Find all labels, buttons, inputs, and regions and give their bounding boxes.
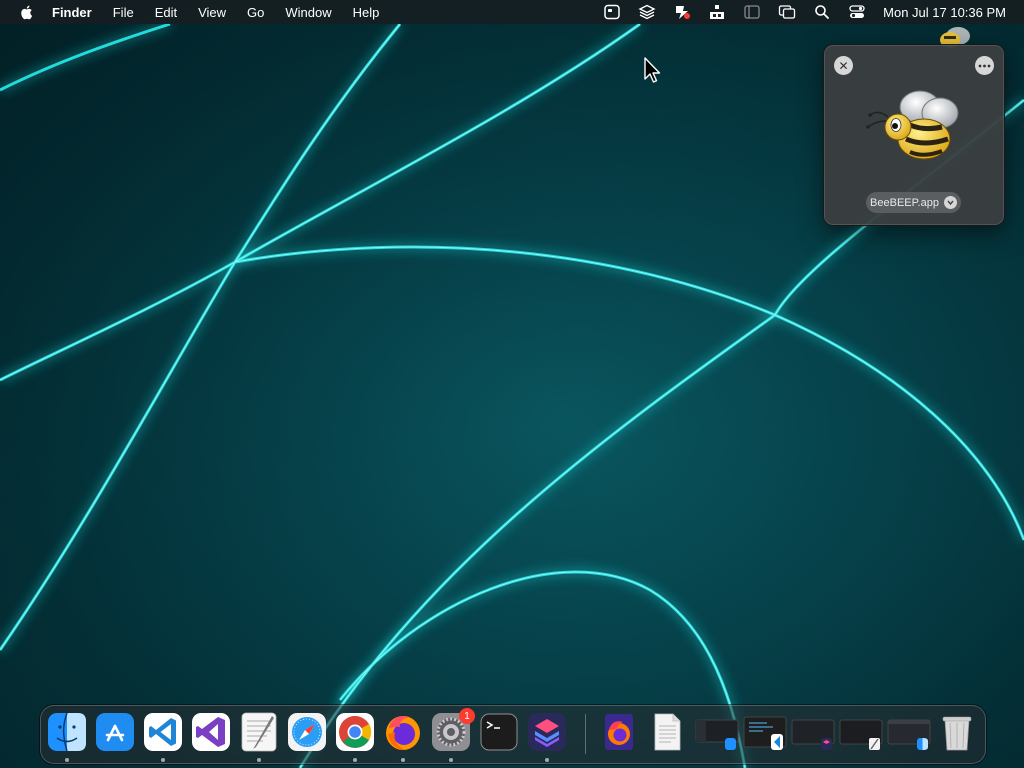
running-indicator (161, 758, 165, 762)
finder-icon (48, 712, 86, 752)
minimized-finder-window-2[interactable] (887, 714, 931, 752)
menu-view[interactable]: View (198, 5, 226, 20)
shortcuts-window-thumb (791, 719, 835, 750)
running-indicator (353, 758, 357, 762)
dock-finder[interactable] (47, 712, 87, 762)
running-indicator (545, 758, 549, 762)
file-name-chip[interactable]: BeeBEEP.app (866, 192, 961, 213)
textedit-window-thumb (839, 719, 883, 750)
dock-visual-studio[interactable] (191, 712, 231, 752)
menu-bar-clock[interactable]: Mon Jul 17 10:36 PM (883, 5, 1006, 20)
minimized-finder-window[interactable] (695, 714, 739, 752)
dock-separator (585, 714, 586, 754)
safari-icon (288, 713, 326, 751)
firefox-icon (386, 716, 420, 750)
close-icon[interactable]: ✕ (834, 56, 853, 75)
textedit-icon (241, 712, 277, 752)
running-indicator (449, 758, 453, 762)
dock-firefox-developer[interactable] (599, 712, 639, 752)
document-icon (654, 713, 681, 751)
minimized-vscode-window[interactable] (743, 714, 787, 752)
running-indicator (65, 758, 69, 762)
apple-menu-icon[interactable] (18, 3, 36, 21)
window-switch-icon[interactable] (778, 4, 796, 20)
vscode-window-thumb (743, 716, 787, 750)
spotlight-search-icon[interactable] (813, 4, 831, 20)
running-indicator (257, 758, 261, 762)
menu-go[interactable]: Go (247, 5, 264, 20)
minimized-shortcuts-window[interactable] (791, 714, 835, 752)
dock-trash[interactable] (937, 712, 977, 752)
finder-window-thumb-2 (887, 719, 931, 750)
dock-terminal[interactable] (479, 712, 519, 752)
notification-badge: 1 (459, 708, 475, 724)
mouse-cursor-icon (644, 57, 661, 83)
menu-help[interactable]: Help (353, 5, 380, 20)
control-center-icon[interactable] (848, 4, 866, 20)
app-status-icon[interactable] (673, 4, 691, 20)
dock-app-store[interactable] (95, 712, 135, 752)
desktop[interactable]: Finder File Edit View Go Window Help Mon… (0, 0, 1024, 768)
vscode-icon (144, 713, 182, 751)
menu-bar: Finder File Edit View Go Window Help Mon… (0, 0, 1024, 24)
beebeep-bee-icon (866, 90, 959, 160)
dock-vscode[interactable] (143, 712, 183, 762)
dock-firefox[interactable] (383, 712, 423, 762)
running-indicator (401, 758, 405, 762)
firefox-developer-icon (605, 714, 633, 750)
menu-window[interactable]: Window (285, 5, 331, 20)
dock-document[interactable] (647, 712, 687, 752)
finder-window-thumb (695, 719, 739, 750)
more-options-icon[interactable] (975, 56, 994, 75)
network-icon[interactable] (708, 4, 726, 20)
dock-system-settings[interactable]: 1 (431, 708, 475, 762)
menu-app-finder[interactable]: Finder (52, 5, 92, 20)
dock-textedit[interactable] (239, 712, 279, 762)
menu-file[interactable]: File (113, 5, 134, 20)
dock-chrome[interactable] (335, 712, 375, 762)
layers-icon[interactable] (638, 4, 656, 20)
dock: 1 (40, 705, 986, 764)
terminal-icon (480, 713, 518, 751)
screen-capture-icon[interactable] (603, 4, 621, 20)
dock-safari[interactable] (287, 712, 327, 752)
sidebar-icon[interactable] (743, 4, 761, 20)
dock-shortcuts[interactable] (527, 712, 567, 762)
chevron-down-icon[interactable] (943, 196, 957, 209)
menu-edit[interactable]: Edit (155, 5, 177, 20)
app-store-icon (96, 713, 134, 751)
trash-icon (942, 716, 972, 751)
visual-studio-icon (192, 713, 230, 751)
status-area: Mon Jul 17 10:36 PM (586, 0, 1006, 24)
file-preview-panel[interactable]: ✕ BeeBEEP.app (823, 44, 1005, 226)
minimized-textedit-window[interactable] (839, 714, 883, 752)
chrome-icon (336, 713, 374, 751)
file-name-label: BeeBEEP.app (870, 196, 939, 209)
shortcuts-icon (528, 713, 566, 751)
